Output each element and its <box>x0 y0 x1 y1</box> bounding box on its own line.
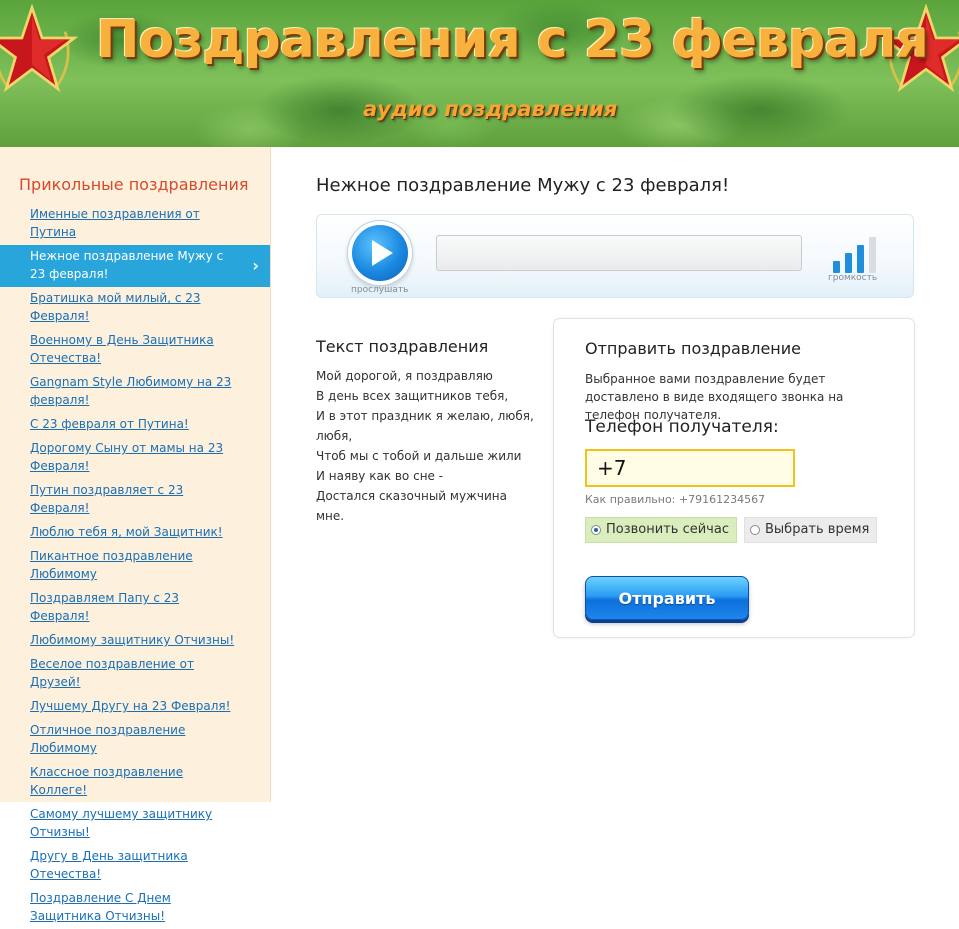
choose-time-option[interactable]: Выбрать время <box>744 517 878 543</box>
sidebar-item[interactable]: Поздравляем Папу с 23 Февраля! <box>0 587 270 629</box>
sidebar-item[interactable]: Лучшему Другу на 23 Февраля! <box>0 695 270 719</box>
sidebar: Прикольные поздравления Именные поздравл… <box>0 147 271 923</box>
red-star-icon <box>0 4 78 93</box>
sidebar-item-label: Пикантное поздравление Любимому <box>30 549 193 581</box>
sidebar-item-label: Именные поздравления от Путина <box>30 207 200 239</box>
lyrics-text: Мой дорогой, я поздравляю В день всех защ… <box>316 366 538 526</box>
sidebar-item-label: Лучшему Другу на 23 Февраля! <box>30 699 231 713</box>
phone-label: Телефон получателя: <box>585 417 779 437</box>
send-description: Выбранное вами поздравление будет достав… <box>585 372 844 422</box>
sidebar-item[interactable]: Gangnam Style Любимому на 23 февраля! <box>0 371 270 413</box>
choose-time-label: Выбрать время <box>765 522 870 537</box>
site-header: Поздравления с 23 февраля аудио поздравл… <box>0 0 959 147</box>
sidebar-item[interactable]: Военному в День Защитника Отечества! <box>0 329 270 371</box>
volume-bar <box>845 253 852 273</box>
lyric-line: любя, <box>316 429 353 443</box>
sidebar-item-label: С 23 февраля от Путина! <box>30 417 189 431</box>
sidebar-heading: Прикольные поздравления <box>19 175 249 194</box>
lyrics-heading: Текст поздравления <box>316 337 489 356</box>
progress-bar[interactable] <box>436 235 802 271</box>
sidebar-item[interactable]: Самому лучшему защитнику Отчизны! <box>0 803 270 845</box>
lyric-line: В день всех защитников тебя, <box>316 389 509 403</box>
play-icon <box>372 240 393 266</box>
sidebar-item-label: Классное поздравление Коллеге! <box>30 765 184 797</box>
sidebar-item-active[interactable]: Нежное поздравление Мужу с 23 февраля! › <box>0 245 270 287</box>
send-heading: Отправить поздравление <box>585 339 801 358</box>
lyric-line: И в этот праздник я желаю, любя, <box>316 409 534 423</box>
sidebar-item-label: Другу в День защитника Отечества! <box>30 849 188 881</box>
lyric-line: Чтоб мы с тобой и дальше жили <box>316 449 522 463</box>
sidebar-list: Именные поздравления от Путина Нежное поз… <box>0 203 270 929</box>
audio-player: прослушать громкость <box>316 214 914 298</box>
send-panel: Отправить поздравление Выбранное вами по… <box>553 318 915 638</box>
site-title: Поздравления с 23 февраля <box>96 10 929 70</box>
page-title: Нежное поздравление Мужу с 23 февраля! <box>316 175 730 196</box>
volume-control[interactable] <box>833 237 883 273</box>
call-now-label: Позвонить сейчас <box>606 522 729 537</box>
volume-bar <box>833 261 840 273</box>
volume-bar <box>857 245 864 273</box>
sidebar-item[interactable]: Отличное поздравление Любимому <box>0 719 270 761</box>
sidebar-item-label: Путин поздравляет с 23 Февраля! <box>30 483 184 515</box>
phone-hint: Как правильно: +79161234567 <box>585 493 766 506</box>
sidebar-item[interactable]: Люблю тебя я, мой Защитник! <box>0 521 270 545</box>
call-now-option[interactable]: Позвонить сейчас <box>585 517 737 543</box>
sidebar-item[interactable]: Веселое поздравление от Друзей! <box>0 653 270 695</box>
site-subtitle: аудио поздравления <box>363 97 618 121</box>
sidebar-item[interactable]: Любимому защитнику Отчизны! <box>0 629 270 653</box>
sidebar-item-label: Братишка мой милый, с 23 Февраля! <box>30 291 201 323</box>
lyric-line: И наяву как во сне - <box>316 469 444 483</box>
sidebar-item-label: Отличное поздравление Любимому <box>30 723 186 755</box>
lyric-line: Достался сказочный мужчина мне. <box>316 489 507 523</box>
chevron-right-icon: › <box>252 256 259 275</box>
sidebar-item-label: Поздравляем Папу с 23 Февраля! <box>30 591 180 623</box>
play-label: прослушать <box>351 285 409 295</box>
play-button[interactable] <box>352 225 408 281</box>
sidebar-item-label: Веселое поздравление от Друзей! <box>30 657 194 689</box>
sidebar-item[interactable]: Именные поздравления от Путина <box>0 203 270 245</box>
sidebar-item[interactable]: Пикантное поздравление Любимому <box>0 545 270 587</box>
volume-label: громкость <box>828 273 878 283</box>
sidebar-item-label: Любимому защитнику Отчизны! <box>30 633 235 647</box>
sidebar-item[interactable]: Дорогому Сыну от мамы на 23 Февраля! <box>0 437 270 479</box>
sidebar-item-label: Военному в День Защитника Отечества! <box>30 333 214 365</box>
sidebar-item-label: Дорогому Сыну от мамы на 23 Февраля! <box>30 441 224 473</box>
sidebar-item-label: Нежное поздравление Мужу с 23 февраля! <box>30 249 224 281</box>
sidebar-item[interactable]: С 23 февраля от Путина! <box>0 413 270 437</box>
sidebar-item-label: Поздравление С Днем Защитника Отчизны! <box>30 891 171 923</box>
sidebar-item[interactable]: Поздравление С Днем Защитника Отчизны! <box>0 887 270 929</box>
sidebar-item-label: Самому лучшему защитнику Отчизны! <box>30 807 213 839</box>
sidebar-item[interactable]: Братишка мой милый, с 23 Февраля! <box>0 287 270 329</box>
lyric-line: Мой дорогой, я поздравляю <box>316 369 493 383</box>
sidebar-item[interactable]: Другу в День защитника Отечества! <box>0 845 270 887</box>
sidebar-item-label: Люблю тебя я, мой Защитник! <box>30 525 223 539</box>
send-button[interactable]: Отправить <box>585 576 749 620</box>
radio-unchecked-icon[interactable] <box>750 525 760 535</box>
volume-bar <box>869 237 876 273</box>
sidebar-item-label: Gangnam Style Любимому на 23 февраля! <box>30 375 232 407</box>
sidebar-item[interactable]: Путин поздравляет с 23 Февраля! <box>0 479 270 521</box>
sidebar-item[interactable]: Классное поздравление Коллеге! <box>0 761 270 803</box>
radio-checked-icon[interactable] <box>591 525 601 535</box>
phone-input[interactable] <box>585 449 795 487</box>
